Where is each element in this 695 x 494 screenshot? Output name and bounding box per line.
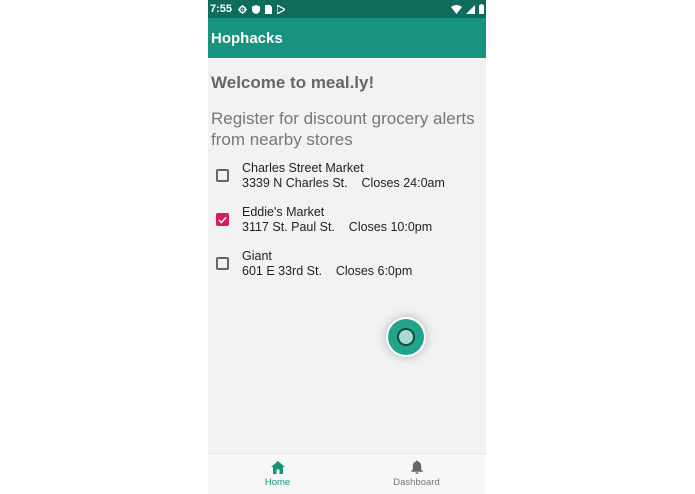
store-checkbox-checked[interactable]: [216, 213, 229, 226]
store-address: 3339 N Charles St.: [242, 176, 348, 190]
store-item-eddies-market[interactable]: Eddie's Market 3117 St. Paul St. Closes …: [216, 205, 484, 235]
nav-item-dashboard[interactable]: Dashboard: [347, 454, 486, 494]
checkmark-icon: [218, 216, 227, 224]
subtitle-text: Register for discount grocery alerts fro…: [211, 109, 475, 149]
nav-label-dashboard: Dashboard: [393, 477, 440, 488]
store-closing-time: Closes 6:0pm: [335, 264, 413, 278]
shield-icon: [252, 4, 261, 14]
app-bar: Hophacks: [208, 18, 486, 58]
store-name: Eddie's Market: [242, 205, 325, 219]
store-name: Charles Street Market: [242, 161, 364, 175]
home-icon: [270, 460, 285, 474]
phone-screen: 7:55 Hophacks Welcome to meal.ly! Regist…: [208, 0, 486, 494]
store-item-giant[interactable]: Giant 601 E 33rd St. Closes 6:0pm: [216, 249, 484, 279]
store-item-charles-street-market[interactable]: Charles Street Market 3339 N Charles St.…: [216, 161, 484, 191]
store-text: Charles Street Market 3339 N Charles St.…: [242, 161, 445, 191]
signal-icon: [466, 4, 475, 14]
sim-card-icon: [265, 4, 273, 14]
battery-icon: [479, 4, 484, 14]
store-text: Giant 601 E 33rd St. Closes 6:0pm: [242, 249, 412, 279]
store-address: 601 E 33rd St.: [242, 264, 322, 278]
store-closing-time: Closes 10:0pm: [348, 220, 433, 234]
gear-icon: [238, 4, 248, 14]
store-address: 3117 St. Paul St.: [242, 220, 335, 234]
store-text: Eddie's Market 3117 St. Paul St. Closes …: [242, 205, 432, 235]
store-name: Giant: [242, 249, 272, 263]
circle-icon: [397, 328, 415, 346]
welcome-heading: Welcome to meal.ly!: [211, 73, 375, 92]
store-checkbox[interactable]: [216, 257, 229, 270]
app-title: Hophacks: [211, 29, 283, 47]
floating-action-button[interactable]: [386, 317, 426, 357]
wifi-icon: [451, 4, 462, 14]
bell-icon: [410, 460, 423, 474]
status-time: 7:55: [210, 3, 233, 15]
store-checkbox[interactable]: [216, 169, 229, 182]
store-closing-time: Closes 24:0am: [361, 176, 445, 190]
status-bar: 7:55: [208, 0, 486, 18]
nav-label-home: Home: [264, 476, 291, 488]
nav-item-home[interactable]: Home: [208, 454, 347, 494]
play-store-icon: [277, 4, 286, 14]
bottom-navigation: Home Dashboard: [208, 453, 486, 494]
